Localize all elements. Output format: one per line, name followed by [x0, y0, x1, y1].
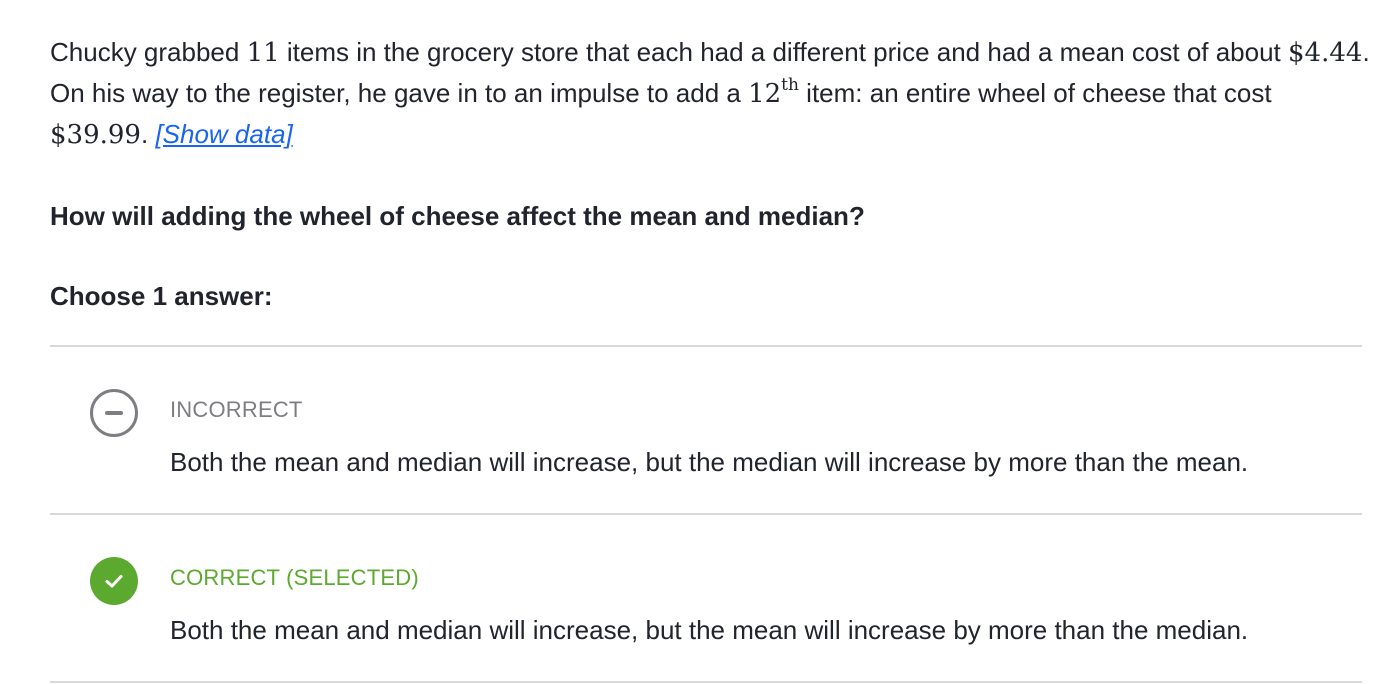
answer-choice-a[interactable]: INCORRECT Both the mean and median will … — [50, 347, 1362, 513]
problem-text-5: . — [140, 119, 156, 149]
minus-circle-icon — [90, 389, 138, 437]
item-count: 11 — [246, 38, 280, 68]
mean-cost: $4.44 — [1288, 38, 1363, 68]
problem-text-4: item: an entire wheel of cheese that cos… — [798, 78, 1272, 108]
ordinal-number: 12 — [748, 79, 782, 109]
problem-text-2: items in the grocery store that each had… — [279, 37, 1289, 67]
choice-status-incorrect: INCORRECT — [170, 397, 303, 422]
choose-prompt: Choose 1 answer: — [50, 281, 273, 311]
exercise-page: Chucky grabbed 11 items in the grocery s… — [0, 0, 1392, 684]
problem-statement: Chucky grabbed 11 items in the grocery s… — [50, 32, 1370, 155]
divider — [50, 681, 1362, 683]
choice-text: Both the mean and median will increase, … — [170, 447, 1249, 477]
answer-choice-b[interactable]: CORRECT (SELECTED) Both the mean and med… — [50, 515, 1362, 681]
check-circle-icon — [90, 557, 138, 605]
show-data-link[interactable]: [Show data] — [155, 119, 292, 149]
ordinal-suffix: th — [781, 75, 799, 95]
cheese-price: $39.99 — [50, 120, 141, 150]
question-text: How will adding the wheel of cheese affe… — [50, 201, 865, 231]
ordinal-item: 12th — [748, 77, 799, 110]
choice-text: Both the mean and median will increase, … — [170, 615, 1249, 645]
problem-text-1: Chucky grabbed — [50, 37, 247, 67]
choice-status-correct: CORRECT (SELECTED) — [170, 565, 419, 590]
